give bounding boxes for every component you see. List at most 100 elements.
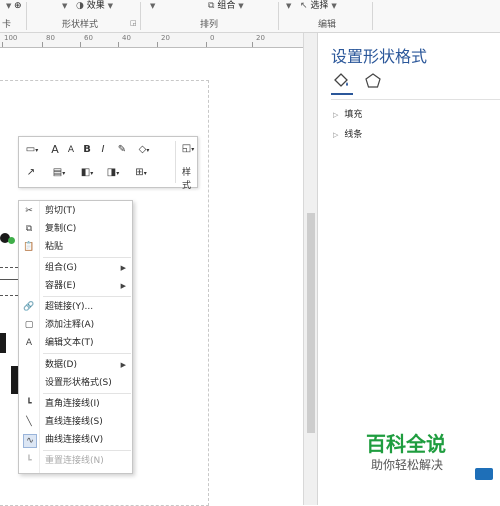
ruler-label: 40 [122,34,131,42]
ruler-tick [118,42,119,47]
menu-item-right-angle-connector[interactable]: ┗ 直角连接线(I) [19,395,132,413]
menu-separator [43,296,131,297]
paint-bucket-icon [334,73,348,87]
cursor-icon: ↖ [300,1,308,11]
keyboard-icon [475,468,493,480]
submenu-arrow-icon: ▶ [120,282,126,290]
group-label-fragment: 卡 [2,20,12,30]
ruler-tick [157,42,158,47]
diagram-shape-fragment[interactable] [0,333,6,353]
section-line[interactable]: ▷ 线条 [333,128,362,142]
ribbon-dropdown-caret[interactable]: ▼ [6,0,11,13]
menu-separator [43,257,131,258]
effects-button[interactable]: ◑ 效果 ▼ [76,0,113,13]
menu-item-curved-connector[interactable]: ∿ 曲线连接线(V) [19,431,132,449]
select-button[interactable]: ↖ 选择 ▼ [300,0,337,13]
arrange-dropdown-caret[interactable]: ▼ [150,0,155,13]
scrollbar-thumb[interactable] [307,213,315,433]
menu-item-edit-text[interactable]: A 编辑文本(T) [19,334,132,352]
position-icon[interactable]: ⊕ [14,0,22,13]
ruler-label: 0 [210,34,215,42]
pane-tabs [331,71,491,95]
bring-forward-icon[interactable]: ◧▾ [77,165,97,181]
ribbon-dropdown-caret-2[interactable]: ▼ [62,0,67,13]
right-angle-connector-icon: ┗ [26,399,32,409]
link-icon: 🔗 [23,302,35,312]
menu-item-paste[interactable]: 📋 粘贴 [19,238,132,256]
italic-button[interactable]: I [97,142,109,158]
menu-separator [43,450,131,451]
format-painter-icon[interactable]: ✎ [115,142,129,158]
group-icon: ⧉ [208,1,215,11]
ruler-label: 20 [256,34,265,42]
connector-line-fragment [0,295,18,296]
edit-dropdown-caret[interactable]: ▼ [286,0,291,13]
watermark-tagline: 助你轻松解决 [371,458,444,472]
text-align-icon[interactable]: ▤▾ [49,165,69,181]
submenu-arrow-icon: ▶ [120,264,126,272]
ruler-label: 100 [4,34,18,42]
position-align-icon[interactable]: ⊞▾ [131,165,151,181]
font-grow-button[interactable]: A [49,142,61,158]
comment-icon: ▢ [24,320,34,330]
font-shrink-button[interactable]: A [65,142,77,158]
section-fill[interactable]: ▷ 填充 [333,108,362,122]
menu-item-reset-connector: ┗ 重置连接线(N) [19,452,132,470]
ruler-tick [206,42,207,47]
text-block-icon[interactable]: ▭▾ [23,142,41,158]
quick-styles-icon[interactable]: ◱▾ [179,141,197,157]
ruler-tick [42,42,43,47]
tab-fill-line[interactable] [331,71,353,95]
vertical-scrollbar[interactable] [303,33,318,505]
menu-item-cut[interactable]: ✂ 剪切(T) [19,202,132,220]
style-button-label[interactable]: 样式 [182,165,197,191]
dialog-launcher-icon[interactable]: ◲ [130,19,137,27]
send-backward-icon[interactable]: ◨▾ [103,165,123,181]
menu-item-format-shape[interactable]: 设置形状格式(S) [19,374,132,392]
expand-triangle-icon: ▷ [333,111,339,119]
pane-title: 设置形状格式 [331,47,428,66]
ruler-label: 80 [46,34,55,42]
connector-line-fragment [0,279,18,280]
shape-styles-group-label: 形状样式 [62,20,99,30]
bold-button[interactable]: B [81,142,93,158]
reset-connector-icon: ┗ [26,456,32,466]
submenu-arrow-icon: ▶ [120,361,126,369]
ribbon-divider-3 [278,2,279,30]
ruler-tick [252,42,253,47]
ruler-tick [2,42,3,47]
pentagon-icon [365,73,381,88]
menu-item-add-comment[interactable]: ▢ 添加注释(A) [19,316,132,334]
paste-icon: 📋 [23,242,35,252]
toolbar-divider [175,141,176,183]
selection-handle[interactable] [8,237,15,244]
ruler-tick [80,42,81,47]
watermark-logo: 百科全说 [366,432,446,456]
ruler-label: 20 [161,34,170,42]
fill-bucket-icon[interactable]: ◇▾ [133,142,155,158]
arrange-group-label: 排列 [200,20,219,30]
ribbon-divider-4 [372,2,373,30]
menu-separator [43,353,131,354]
ribbon-divider [26,2,27,30]
editing-group-label: 编辑 [318,20,337,30]
menu-item-copy[interactable]: ⧉ 复制(C) [19,220,132,238]
menu-item-straight-connector[interactable]: ╲ 直线连接线(S) [19,413,132,431]
group-button[interactable]: ⧉ 组合 ▼ [208,0,244,13]
copy-icon: ⧉ [25,224,33,234]
connector-tool-icon[interactable]: ↗ [23,165,39,181]
menu-item-container[interactable]: 容器(E) ▶ [19,277,132,295]
menu-item-data[interactable]: 数据(D) ▶ [19,356,132,374]
ribbon-divider-2 [140,2,141,30]
scissors-icon: ✂ [25,206,33,216]
ruler-label: 60 [84,34,93,42]
ribbon: ▼ ⊕ ▼ ◑ 效果 ▼ ▼ ⧉ 组合 ▼ ▼ ↖ 选择 ▼ 卡 形状样式 ◲ … [0,0,500,33]
pane-divider [331,99,500,100]
mini-toolbar: ▭▾ A A B I ✎ ◇▾ ↗ ▤▾ ◧▾ ◨▾ ⊞▾ ◱▾ 样式 [18,136,198,191]
context-menu: ✂ 剪切(T) ⧉ 复制(C) 📋 粘贴 组合(G) ▶ 容器(E) ▶ 🔗 超… [18,200,133,474]
effects-icon: ◑ [76,1,84,11]
tab-effects[interactable] [363,71,385,93]
horizontal-ruler: 100 80 60 40 20 0 20 [0,33,303,48]
menu-item-group[interactable]: 组合(G) ▶ [19,259,132,277]
menu-item-hyperlink[interactable]: 🔗 超链接(Y)... [19,298,132,316]
